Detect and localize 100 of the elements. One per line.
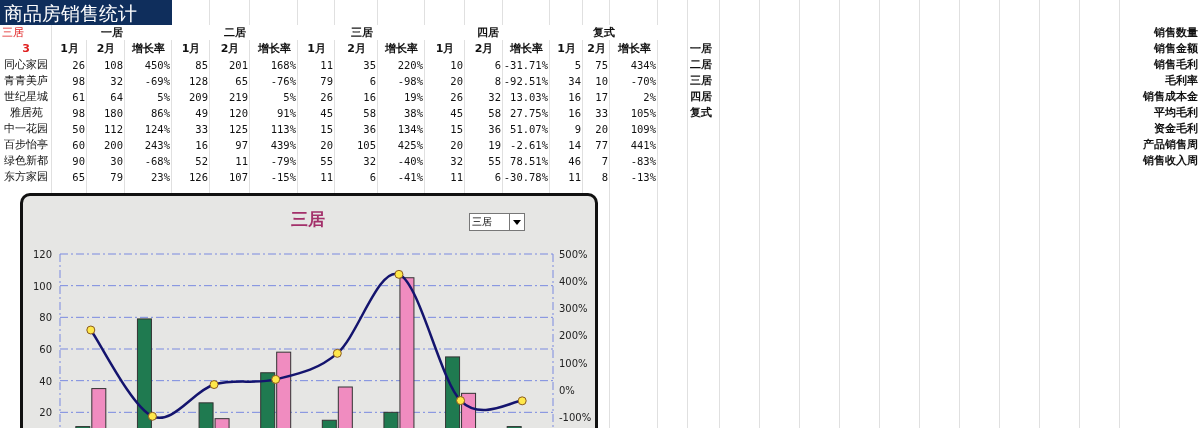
table-cell-text: 15 <box>319 122 334 137</box>
table-cell-text: 11 <box>234 154 249 169</box>
table-cell-text: 11 <box>449 170 464 185</box>
table-cell-text: 11 <box>319 170 334 185</box>
y2-axis-label: 300% <box>559 303 588 315</box>
table-cell-text: 7 <box>600 154 609 169</box>
column-header: 2月 <box>586 41 607 57</box>
table-cell-text: 36 <box>362 122 377 137</box>
column-header: 1月 <box>306 41 327 57</box>
table-cell-text: 98 <box>71 106 86 121</box>
table-cell-text: 120 <box>228 106 249 121</box>
table-cell-text: 77 <box>594 138 609 153</box>
table-cell-text: 6 <box>493 58 502 73</box>
table-cell-text: 52 <box>194 154 209 169</box>
table-cell-text: 425% <box>396 138 424 153</box>
category-dropdown[interactable]: 三居 <box>469 213 525 231</box>
y-axis-label: 60 <box>39 344 52 355</box>
table-cell-text: 5% <box>282 90 297 105</box>
line-point <box>147 411 157 421</box>
column-header: 1月 <box>59 41 80 57</box>
table-cell-text: 38% <box>403 106 424 121</box>
table-cell-text: 109% <box>629 122 657 137</box>
table-cell-text: 8 <box>493 74 502 89</box>
table-cell-text: 86% <box>150 106 171 121</box>
table-cell-text: 220% <box>396 58 424 73</box>
line-point <box>394 269 404 279</box>
y-axis-label: 120 <box>32 249 52 260</box>
column-header: 2月 <box>219 41 241 57</box>
column-header: 增长率 <box>616 41 652 57</box>
line-point <box>517 396 527 406</box>
table-cell-text: 125 <box>228 122 249 137</box>
table-cell-text: 439% <box>269 138 297 153</box>
y-axis-label: 20 <box>39 407 52 419</box>
table-cell-text: 50 <box>71 122 86 137</box>
table-cell-text: 98 <box>71 74 86 89</box>
table-cell-text: 108 <box>103 58 124 73</box>
side-label: 四居 <box>689 89 713 105</box>
table-cell-text: -31.71% <box>503 58 549 73</box>
table-cell-text: 55 <box>319 154 334 169</box>
table-cell-text: -83% <box>629 154 657 169</box>
side-label: 一居 <box>689 41 713 57</box>
dropdown-arrow-icon <box>513 219 521 225</box>
table-cell-text: 58 <box>362 106 377 121</box>
table-cell-text: 26 <box>319 90 334 105</box>
table-cell-text: 79 <box>109 170 124 185</box>
table-cell-text: -68% <box>143 154 171 169</box>
column-header: 1月 <box>434 41 456 57</box>
table-cell-text: -69% <box>143 74 171 89</box>
table-cell-text: 27.75% <box>509 106 549 121</box>
table-cell-text: 6 <box>368 170 377 185</box>
table-cell-text: 97 <box>234 138 249 153</box>
table-cell-text: 46 <box>567 154 582 169</box>
table-cell-text: 243% <box>143 138 171 153</box>
table-cell-text: 34 <box>567 74 582 89</box>
y2-axis-label: 400% <box>559 276 588 288</box>
table-cell-text: 6 <box>368 74 377 89</box>
table-cell-text: 32 <box>487 90 502 105</box>
table-cell-text: 45 <box>449 106 464 121</box>
table-cell-text: -79% <box>269 154 297 169</box>
table-cell-text: 450% <box>143 58 171 73</box>
table-cell-text: 6 <box>493 170 502 185</box>
table-cell-text: 90 <box>71 154 86 169</box>
table-cell-text: 16 <box>567 90 582 105</box>
table-cell-text: 11 <box>567 170 582 185</box>
table-cell-text: 78.51% <box>509 154 549 169</box>
column-header: 1月 <box>180 41 202 57</box>
table-cell-text: 65 <box>234 74 249 89</box>
table-cell-text: 30 <box>109 154 124 169</box>
table-cell-text: 61 <box>71 90 86 105</box>
table-cell-text: 16 <box>194 138 209 153</box>
column-header: 2月 <box>95 41 117 57</box>
table-cell-text: 20 <box>449 138 464 153</box>
table-cell-text: 32 <box>109 74 124 89</box>
table-cell-text: 112 <box>103 122 124 137</box>
table-cell-text: 201 <box>228 58 249 73</box>
table-cell-text: 58 <box>487 106 502 121</box>
line-point <box>86 325 96 335</box>
y2-axis-label: 500% <box>559 249 588 260</box>
y-axis-label: 80 <box>39 312 52 324</box>
table-cell-text: -30.78% <box>503 170 549 185</box>
column-header: 2月 <box>346 41 367 57</box>
table-cell-text: 10 <box>594 74 609 89</box>
table-cell-text: 105% <box>629 106 657 121</box>
table-cell-text: 26 <box>71 58 86 73</box>
column-header: 增长率 <box>384 41 419 57</box>
y2-axis-label: 200% <box>559 330 588 342</box>
side-label: 复式 <box>689 105 713 121</box>
y-axis-label: 100 <box>32 280 52 292</box>
table-cell-text: 126 <box>188 170 209 185</box>
table-cell-text: 49 <box>194 106 209 121</box>
table-cell-text: 168% <box>269 58 297 73</box>
side-label: 二居 <box>689 57 713 73</box>
y-axis-label: 40 <box>39 375 52 387</box>
table-cell-text: 10 <box>449 58 464 73</box>
table-cell-text: -76% <box>269 74 297 89</box>
table-cell-text: 107 <box>228 170 249 185</box>
row-name: 中一花园 <box>3 121 49 137</box>
y2-axis-label: -100% <box>559 411 592 423</box>
chart-title: 三居 <box>291 208 325 231</box>
table-cell-text: 20 <box>319 138 334 153</box>
